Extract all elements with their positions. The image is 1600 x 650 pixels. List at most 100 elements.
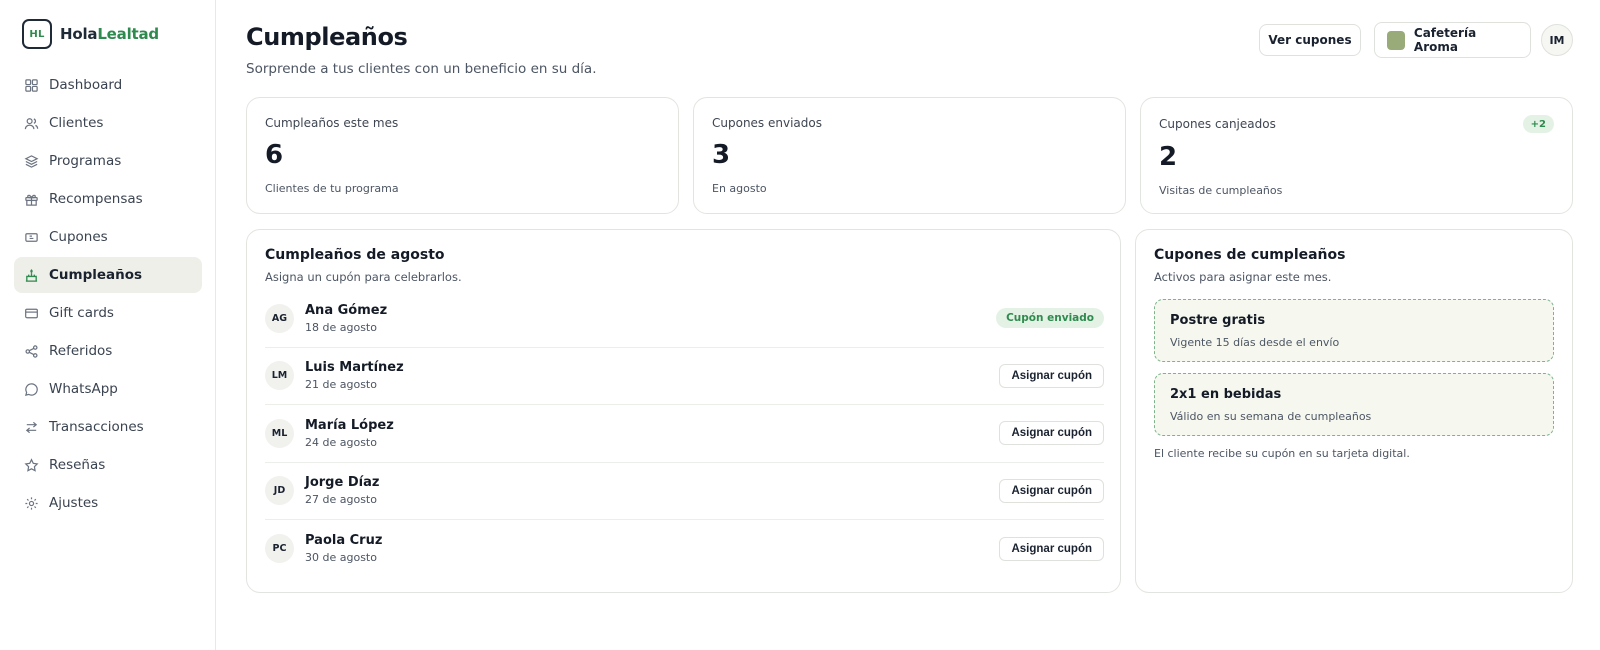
coupon-description: Vigente 15 días desde el envío [1170, 336, 1340, 349]
sidebar-item-recompensas[interactable]: Recompensas [14, 181, 202, 217]
brand-logo[interactable]: HL HolaLealtad [22, 19, 159, 49]
assign-coupon-button[interactable]: Asignar cupón [999, 421, 1104, 446]
sidebar-item-referidos[interactable]: Referidos [14, 333, 202, 369]
sidebar-item-label: Gift cards [49, 305, 114, 321]
star-icon [24, 457, 39, 473]
store-logo [1387, 30, 1405, 50]
sidebar-item-label: Dashboard [49, 77, 123, 93]
birthdays-panel: Cumpleaños de agosto Asigna un cupón par… [246, 229, 1121, 593]
sidebar-item-label: Referidos [49, 343, 113, 359]
sidebar-item-transacciones[interactable]: Transacciones [14, 409, 202, 445]
list-item: LM Luis Martínez 21 de agosto Asignar cu… [265, 348, 1104, 405]
sidebar-item-cumpleanos[interactable]: Cumpleaños [14, 257, 202, 293]
status-badge: +2 [1522, 115, 1554, 133]
brand-mark: HL [22, 19, 52, 49]
birthday-coupons-panel: Cupones de cumpleaños Activos para asign… [1135, 229, 1573, 593]
share-icon [24, 344, 39, 359]
avatar: AG [265, 303, 294, 333]
assign-coupon-button[interactable]: Asignar cupón [999, 478, 1104, 503]
page-title: Cumpleaños [246, 23, 408, 51]
store-selector[interactable]: Cafetería Aroma [1374, 22, 1531, 58]
status-badge: Cupón enviado [996, 308, 1104, 329]
stat-label: Cumpleaños este mes [265, 116, 399, 130]
avatar: LM [265, 361, 294, 391]
assign-coupon-button[interactable]: Asignar cupón [999, 363, 1104, 388]
sidebar-item-clientes[interactable]: Clientes [14, 105, 202, 141]
stat-value: 2 [1159, 142, 1178, 172]
stat-note: Visitas de cumpleaños [1159, 184, 1283, 197]
person-info: Luis Martínez 21 de agosto [305, 360, 999, 391]
gift-icon [24, 192, 39, 207]
sidebar-item-whatsapp[interactable]: WhatsApp [14, 371, 202, 407]
coupon-card[interactable]: Postre gratis Vigente 15 días desde el e… [1154, 299, 1554, 362]
assign-coupon-button[interactable]: Asignar cupón [999, 536, 1104, 561]
person-date: 27 de agosto [305, 493, 377, 507]
sidebar-item-label: Reseñas [49, 457, 106, 473]
stat-card-coupons-redeemed: Cupones canjeados +2 2 Visitas de cumple… [1140, 97, 1573, 214]
person-info: María López 24 de agosto [305, 418, 999, 449]
panel-subtitle: Activos para asignar este mes. [1154, 270, 1332, 284]
grid-icon [24, 78, 39, 93]
store-name: Cafetería Aroma [1413, 26, 1477, 54]
person-name: Ana Gómez [305, 302, 388, 318]
person-info: Jorge Díaz 27 de agosto [305, 475, 999, 506]
stat-note: En agosto [712, 182, 767, 195]
coupon-title: 2x1 en bebidas [1170, 387, 1282, 402]
sidebar: HL HolaLealtad Dashboard Clientes Progra… [0, 0, 216, 650]
sidebar-item-label: Recompensas [49, 191, 143, 207]
person-date: 24 de agosto [305, 435, 377, 449]
sidebar-nav: Dashboard Clientes Programas Recompensas… [14, 67, 202, 523]
ticket-icon [24, 230, 39, 245]
list-item: PC Paola Cruz 30 de agosto Asignar cupón [265, 520, 1104, 578]
list-item: JD Jorge Díaz 27 de agosto Asignar cupón [265, 463, 1104, 520]
person-date: 30 de agosto [305, 551, 377, 565]
sidebar-item-cupones[interactable]: Cupones [14, 219, 202, 255]
panel-title: Cumpleaños de agosto [265, 247, 445, 263]
sidebar-item-gift-cards[interactable]: Gift cards [14, 295, 202, 331]
birthday-list: AG Ana Gómez 18 de agosto Cupón enviado … [265, 290, 1104, 578]
stat-value: 3 [712, 140, 731, 170]
stat-card-birthdays-month: Cumpleaños este mes 6 Clientes de tu pro… [246, 97, 679, 214]
sidebar-item-label: Ajustes [49, 495, 99, 511]
cake-icon [24, 268, 39, 283]
person-name: Luis Martínez [305, 360, 404, 376]
stat-label: Cupones enviados [712, 116, 822, 130]
coupon-title: Postre gratis [1170, 313, 1266, 328]
panel-subtitle: Asigna un cupón para celebrarlos. [265, 270, 462, 284]
person-info: Ana Gómez 18 de agosto [305, 303, 996, 334]
swap-icon [24, 420, 39, 435]
list-item: AG Ana Gómez 18 de agosto Cupón enviado [265, 290, 1104, 348]
person-date: 18 de agosto [305, 320, 377, 334]
avatar: JD [265, 476, 294, 506]
sidebar-item-dashboard[interactable]: Dashboard [14, 67, 202, 103]
brand-name: HolaLealtad [60, 25, 159, 43]
panel-title: Cupones de cumpleaños [1154, 247, 1346, 263]
sidebar-item-label: Transacciones [49, 419, 144, 435]
sidebar-item-label: WhatsApp [49, 381, 118, 397]
avatar: ML [265, 418, 294, 448]
sidebar-item-label: Cumpleaños [49, 267, 143, 283]
card-icon [24, 306, 39, 321]
user-avatar[interactable]: IM [1541, 24, 1573, 56]
sidebar-item-label: Cupones [49, 229, 108, 245]
coupon-description: Válido en su semana de cumpleaños [1170, 410, 1372, 423]
sidebar-item-programas[interactable]: Programas [14, 143, 202, 179]
coupon-card[interactable]: 2x1 en bebidas Válido en su semana de cu… [1154, 373, 1554, 436]
stat-label: Cupones canjeados [1159, 117, 1276, 131]
stat-note: Clientes de tu programa [265, 182, 399, 195]
brand-name-part2: Lealtad [97, 25, 159, 43]
brand-name-part1: Hola [60, 25, 98, 43]
layers-icon [24, 154, 39, 169]
avatar: PC [265, 534, 294, 564]
view-coupons-button[interactable]: Ver cupones [1259, 24, 1361, 56]
person-name: María López [305, 417, 394, 433]
person-name: Jorge Díaz [305, 475, 380, 491]
sidebar-item-resenas[interactable]: Reseñas [14, 447, 202, 483]
sidebar-item-ajustes[interactable]: Ajustes [14, 485, 202, 521]
sidebar-item-label: Programas [49, 153, 122, 169]
users-icon [24, 116, 39, 131]
chat-icon [24, 382, 39, 397]
person-date: 21 de agosto [305, 378, 377, 392]
list-item: ML María López 24 de agosto Asignar cupó… [265, 405, 1104, 463]
page-subtitle: Sorprende a tus clientes con un benefici… [246, 61, 597, 77]
